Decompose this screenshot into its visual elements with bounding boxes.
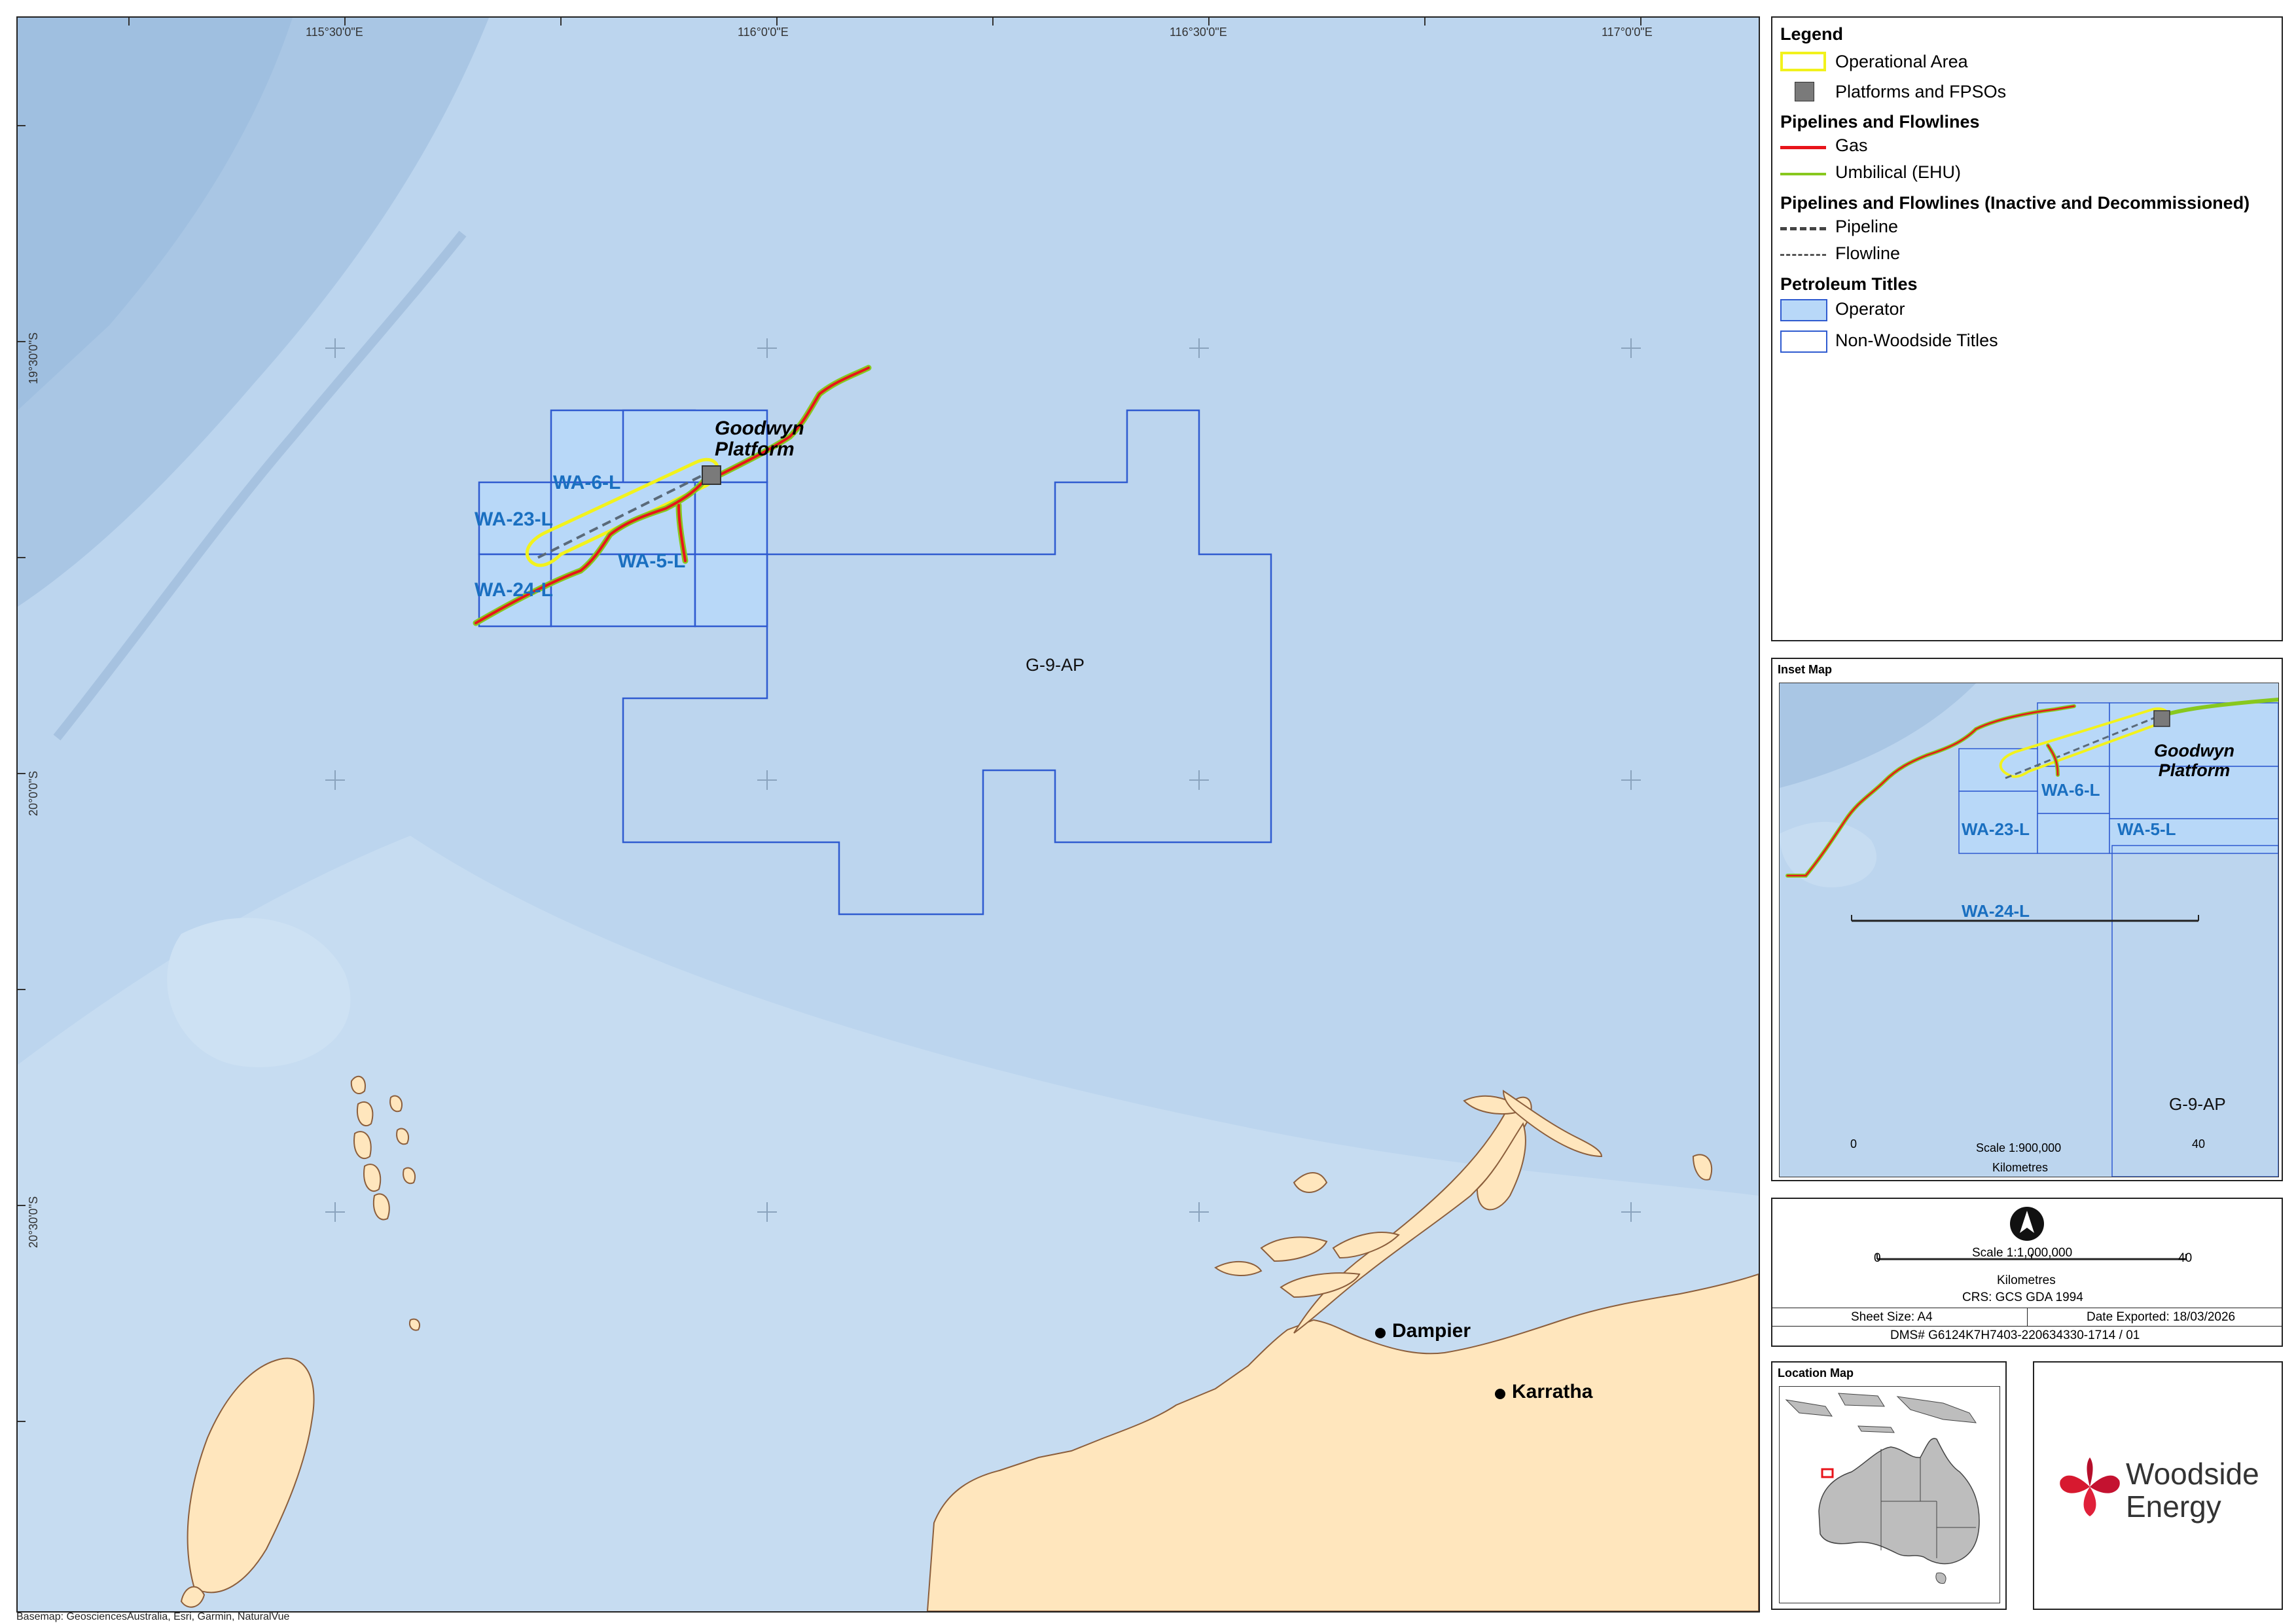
wa-24-l-label: WA-24-L	[475, 579, 553, 601]
location-map-canvas[interactable]	[1780, 1387, 2000, 1603]
crs-text: CRS: GCS GDA 1994	[1962, 1291, 2083, 1304]
logo-panel: Woodside Energy	[2033, 1361, 2283, 1610]
legend-pipeline: Pipeline	[1835, 217, 1899, 236]
flowline-swatch	[1780, 254, 1826, 256]
inset-platform-line1: Goodwyn	[2154, 741, 2234, 760]
inset-title: Inset Map	[1778, 663, 1833, 676]
legend-gas: Gas	[1835, 135, 1868, 155]
g9-ap-label: G-9-AP	[1026, 655, 1085, 675]
inset-map[interactable]: Goodwyn Platform WA-6-L WA-23-L WA-5-L W…	[1779, 683, 2279, 1177]
legend-platforms: Platforms and FPSOs	[1835, 82, 2007, 101]
platform-label-line1: Goodwyn	[715, 418, 804, 439]
location-map-title: Location Map	[1778, 1366, 1854, 1380]
coord-left-1: 19°30'0"S	[27, 332, 40, 384]
coord-top-4: 117°0'0"E	[1602, 26, 1653, 39]
platform-label-line2: Platform	[715, 438, 795, 460]
scale-units: Kilometres	[1997, 1274, 2056, 1287]
goodwyn-platform-marker[interactable]	[702, 465, 721, 485]
coord-left-3: 20°30'0"S	[27, 1196, 40, 1248]
map-canvas[interactable]	[18, 18, 1759, 1611]
basemap-credit: Basemap: GeosciencesAustralia, Esri, Gar…	[16, 1611, 290, 1622]
legend-non-woodside: Non-Woodside Titles	[1835, 330, 1998, 350]
main-map[interactable]: 115°30'0"E 116°0'0"E 116°30'0"E 117°0'0"…	[16, 16, 1760, 1613]
wa-5-l-block-b[interactable]	[694, 553, 768, 628]
gas-swatch	[1780, 146, 1826, 149]
platform-swatch	[1795, 82, 1814, 101]
coord-top-1: 115°30'0"E	[306, 26, 363, 39]
wa-5-l-label: WA-5-L	[618, 550, 686, 572]
legend-inactive-heading: Pipelines and Flowlines (Inactive and De…	[1780, 193, 2250, 213]
wa-23-l-label: WA-23-L	[475, 508, 553, 530]
divider	[1772, 1326, 2282, 1327]
pipeline-swatch	[1780, 227, 1826, 230]
scale-label: Scale 1:1,000,000	[1972, 1246, 2073, 1260]
indonesia-png	[1785, 1393, 1977, 1433]
umbilical-swatch	[1780, 173, 1826, 175]
inset-g9-ap-label: G-9-AP	[2169, 1094, 2226, 1114]
inset-platform-label: Goodwyn Platform	[2154, 741, 2234, 780]
inset-wa-24-l-b[interactable]	[2037, 813, 2110, 854]
inset-wa-6-l-label: WA-6-L	[2041, 780, 2100, 800]
location-marker[interactable]	[1821, 1468, 1834, 1478]
woodside-logo-icon	[2060, 1457, 2120, 1516]
legend-pipelines-heading: Pipelines and Flowlines	[1780, 112, 1980, 132]
karratha-label: Karratha	[1512, 1381, 1593, 1402]
inset-wa-23-l-label: WA-23-L	[1962, 819, 2030, 839]
inset-platform-line2: Platform	[2158, 760, 2231, 780]
dampier-label: Dampier	[1392, 1320, 1471, 1342]
inset-scale-max: 40	[2192, 1137, 2206, 1150]
sheet-size: Sheet Size: A4	[1851, 1310, 1933, 1324]
inset-wa-5-l-label: WA-5-L	[2117, 819, 2176, 839]
inset-scale-units: Kilometres	[1992, 1161, 2049, 1174]
coord-left-2: 20°0'0"S	[27, 770, 40, 816]
scale-max: 40	[2178, 1251, 2193, 1265]
scale-panel: Scale 1:1,000,000 0 40 Kilometres CRS: G…	[1771, 1198, 2283, 1347]
legend-flowline: Flowline	[1835, 243, 1901, 263]
tasmania	[1935, 1572, 1946, 1584]
location-map[interactable]	[1779, 1386, 2000, 1603]
legend-operator: Operator	[1835, 299, 1905, 319]
scale-zero: 0	[1874, 1251, 1881, 1265]
inset-scale-label: Scale 1:900,000	[1976, 1141, 2062, 1154]
operational-area-swatch	[1780, 52, 1826, 71]
dampier-point[interactable]	[1375, 1328, 1386, 1338]
woodside-logo-text: Woodside Energy	[2126, 1457, 2259, 1523]
coord-top-2: 116°0'0"E	[738, 26, 789, 39]
operator-swatch	[1780, 299, 1827, 321]
legend-titles-heading: Petroleum Titles	[1780, 274, 1918, 294]
wa-6-l-label: WA-6-L	[553, 472, 621, 493]
inset-wa-24-l-label: WA-24-L	[1962, 901, 2030, 921]
legend-panel: Legend Operational Area Platforms and FP…	[1771, 16, 2283, 641]
legend-operational-area: Operational Area	[1835, 52, 1968, 71]
inset-panel: Inset Map Goodwyn Platform WA-6-L WA-23-…	[1771, 658, 2283, 1181]
location-map-panel: Location Map	[1771, 1361, 2007, 1610]
date-exported: Date Exported: 18/03/2026	[2087, 1310, 2236, 1324]
coord-top-3: 116°30'0"E	[1170, 26, 1227, 39]
goodwyn-platform-label: Goodwyn Platform	[715, 418, 804, 460]
logo-line1: Woodside	[2126, 1457, 2259, 1491]
inset-platform-marker[interactable]	[2153, 710, 2170, 727]
legend-umbilical: Umbilical (EHU)	[1835, 162, 1962, 182]
dms-number: DMS# G6124K7H7403-220634330-1714 / 01	[1890, 1329, 2140, 1342]
logo-line2: Energy	[2126, 1489, 2221, 1524]
wa-5-l-block-a[interactable]	[694, 481, 768, 556]
karratha-point[interactable]	[1495, 1389, 1505, 1399]
divider	[2027, 1308, 2028, 1326]
non-woodside-swatch	[1780, 330, 1827, 353]
legend-title: Legend	[1780, 24, 1844, 44]
inset-scale-zero: 0	[1850, 1137, 1857, 1150]
